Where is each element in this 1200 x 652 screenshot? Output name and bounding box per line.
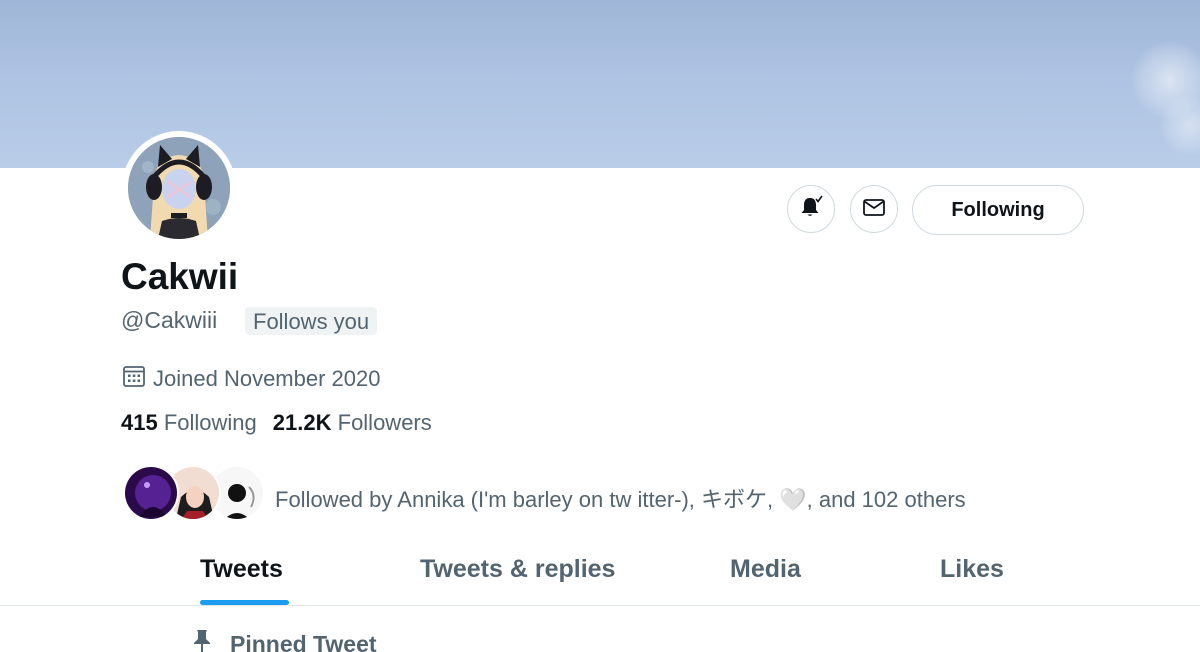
mail-icon bbox=[862, 195, 886, 224]
following-count: 415 bbox=[121, 410, 158, 435]
following-button[interactable]: Following bbox=[912, 185, 1084, 235]
profile-tabs: Tweets Tweets & replies Media Likes bbox=[0, 545, 1200, 607]
following-link[interactable]: 415 Following bbox=[121, 410, 257, 435]
display-name: Cakwii bbox=[121, 256, 239, 297]
followers-link[interactable]: 21.2K Followers bbox=[273, 410, 432, 435]
follows-you-badge: Follows you bbox=[245, 307, 378, 335]
pinned-label: Pinned Tweet bbox=[230, 630, 377, 652]
tab-tweets[interactable]: Tweets bbox=[200, 555, 283, 584]
following-label: Following bbox=[163, 410, 257, 435]
followed-by-text: Followed by Annika (I'm barley on tw itt… bbox=[275, 487, 966, 512]
pin-icon bbox=[190, 628, 230, 652]
notifications-button[interactable] bbox=[787, 185, 835, 233]
tab-media[interactable]: Media bbox=[730, 555, 801, 584]
user-handle: @Cakwiii bbox=[121, 307, 218, 333]
followed-by-row[interactable]: Followed by Annika (I'm barley on tw itt… bbox=[123, 465, 1083, 525]
pinned-tweet-header: Pinned Tweet bbox=[190, 628, 377, 652]
tabs-divider bbox=[0, 605, 1200, 606]
calendar-icon bbox=[121, 363, 153, 395]
tab-tweets-replies[interactable]: Tweets & replies bbox=[420, 555, 615, 584]
follow-stats: 415 Following 21.2K Followers bbox=[121, 410, 432, 436]
joined-text: Joined November 2020 bbox=[153, 366, 381, 391]
profile-page: Following Cakwii @Cakwiii Follows you Jo… bbox=[0, 0, 1200, 652]
message-button[interactable] bbox=[850, 185, 898, 233]
bell-check-icon bbox=[798, 194, 824, 225]
followers-label: Followers bbox=[337, 410, 432, 435]
profile-avatar[interactable] bbox=[122, 131, 236, 245]
joined-date: Joined November 2020 bbox=[121, 363, 380, 395]
avatar-image bbox=[128, 137, 230, 239]
followers-count: 21.2K bbox=[272, 410, 332, 435]
follower-avatar bbox=[123, 465, 179, 521]
tab-likes[interactable]: Likes bbox=[940, 555, 1004, 584]
